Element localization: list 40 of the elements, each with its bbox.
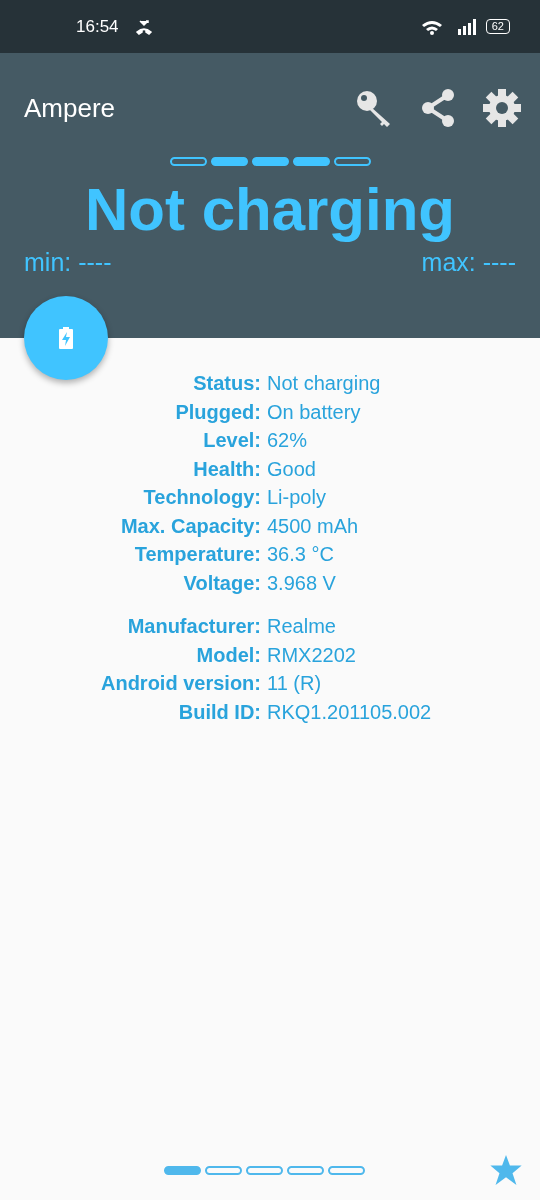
info-label: Level:: [202, 428, 262, 453]
info-label: Manufacturer:: [126, 614, 262, 639]
info-value: 3.968 V: [267, 570, 336, 596]
info-value: Realme: [267, 614, 336, 639]
battery-button[interactable]: [24, 296, 108, 380]
info-value: 4500 mAh: [267, 513, 359, 539]
page-indicator[interactable]: [328, 1165, 365, 1175]
info-value: On battery: [267, 399, 361, 425]
app-title: Ampere: [24, 91, 117, 125]
info-label: Max. Capacity:: [119, 513, 262, 539]
max-current: max: ----: [421, 247, 516, 278]
info-value: 11 (R): [267, 671, 322, 696]
clock: 16:54: [76, 15, 119, 38]
info-value: 62%: [267, 428, 308, 453]
missed-call-icon: [134, 18, 153, 35]
info-value: Not charging: [267, 371, 381, 396]
info-value: RMX2202: [267, 642, 356, 668]
battery-charging-icon: [59, 327, 73, 349]
info-label: Status:: [192, 371, 262, 396]
settings-icon[interactable]: [482, 88, 522, 128]
info-label: Build ID:: [177, 699, 262, 725]
page-indicator[interactable]: [205, 1165, 242, 1175]
info-label: Plugged:: [174, 399, 262, 425]
info-value: Good: [267, 456, 316, 482]
info-value: Li-poly: [267, 485, 326, 510]
info-label: Android version:: [100, 671, 262, 696]
page-indicator[interactable]: [164, 1165, 201, 1175]
page-indicator[interactable]: [246, 1165, 283, 1175]
info-value: 36.3 °C: [267, 542, 334, 567]
info-label: Voltage:: [182, 570, 262, 596]
info-label: Model:: [195, 642, 262, 668]
info-value: RKQ1.201105.002: [267, 699, 432, 725]
battery-level: 62: [485, 19, 510, 34]
charging-status-heading: Not charging: [85, 176, 455, 243]
info-label: Technology:: [142, 485, 262, 510]
star-icon[interactable]: [490, 1155, 522, 1185]
min-current: min: ----: [24, 247, 112, 278]
info-label: Health:: [192, 456, 262, 482]
info-label: Temperature:: [133, 542, 262, 567]
page-indicator[interactable]: [287, 1165, 324, 1175]
